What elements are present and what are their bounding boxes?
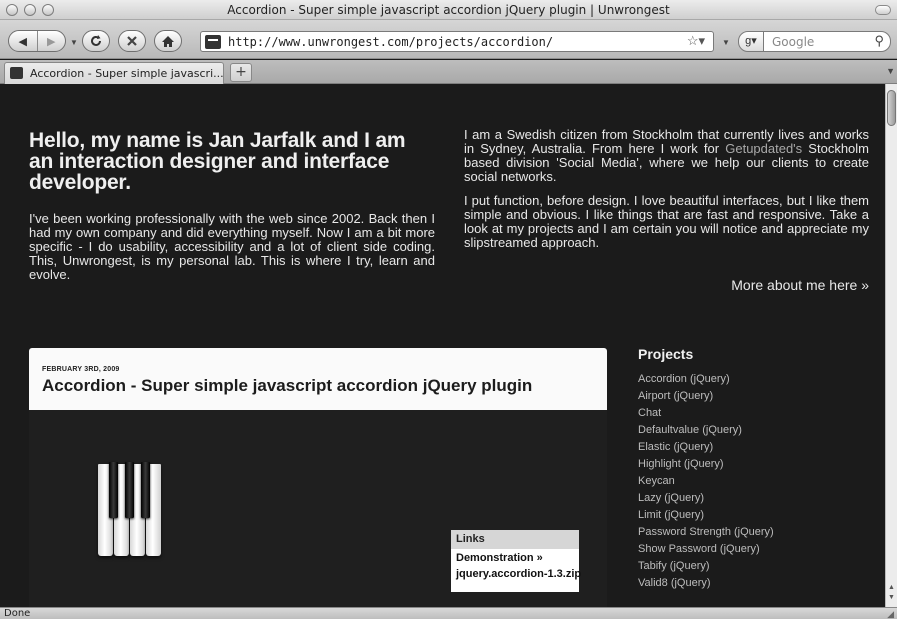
scrollbar-thumb[interactable] <box>887 90 896 126</box>
home-icon <box>162 35 174 47</box>
project-link-valid8[interactable]: Valid8 (jQuery) <box>638 575 868 592</box>
post-date: FEBRUARY 3RD, 2009 <box>42 366 120 373</box>
project-link-show-password[interactable]: Show Password (jQuery) <box>638 541 868 558</box>
history-dropdown-icon[interactable]: ▼ <box>70 38 78 47</box>
home-button[interactable] <box>154 30 182 52</box>
piano-black-key <box>141 462 150 518</box>
search-engine-selector[interactable]: g▾ <box>738 31 764 52</box>
post-body: Links Demonstration » jquery.accordion-1… <box>29 410 607 607</box>
intro-text: I've been working professionally with th… <box>29 211 435 282</box>
project-link-elastic[interactable]: Elastic (jQuery) <box>638 439 868 456</box>
piano-black-key <box>109 462 118 518</box>
toolbar-toggle-button[interactable] <box>875 5 891 15</box>
tab-bar: Accordion - Super simple javascri... + ▼ <box>0 60 897 84</box>
reload-icon <box>91 35 101 46</box>
tab-list-icon[interactable]: ▼ <box>886 66 895 76</box>
tab-favicon-icon <box>10 67 23 79</box>
download-zip-link[interactable]: jquery.accordion-1.3.zip <box>451 565 581 581</box>
more-about-me-link[interactable]: More about me here » <box>600 277 869 293</box>
project-link-defaultvalue[interactable]: Defaultvalue (jQuery) <box>638 422 868 439</box>
url-text[interactable]: http://www.unwrongest.com/projects/accor… <box>228 35 553 49</box>
project-link-chat[interactable]: Chat <box>638 405 868 422</box>
project-link-airport[interactable]: Airport (jQuery) <box>638 388 868 405</box>
search-placeholder: Google <box>772 35 815 49</box>
links-heading: Links <box>451 530 579 549</box>
scroll-down-icon[interactable]: ▼ <box>887 594 896 601</box>
address-bar[interactable]: http://www.unwrongest.com/projects/accor… <box>200 31 714 52</box>
links-box: Links Demonstration » jquery.accordion-1… <box>451 530 581 592</box>
tab-accordion[interactable]: Accordion - Super simple javascri... <box>4 62 224 84</box>
stop-button[interactable] <box>118 30 146 52</box>
scroll-up-icon[interactable]: ▲ <box>887 584 896 591</box>
project-link-tabify[interactable]: Tabify (jQuery) <box>638 558 868 575</box>
back-button[interactable]: ◀ <box>9 35 37 48</box>
forward-button[interactable]: ▶ <box>38 35 66 48</box>
stop-icon <box>127 36 137 46</box>
status-text: Done <box>4 608 31 619</box>
project-link-password-strength[interactable]: Password Strength (jQuery) <box>638 524 868 541</box>
demonstration-link[interactable]: Demonstration » <box>451 549 579 565</box>
about-paragraph: I am a Swedish citizen from Stockholm th… <box>464 128 869 184</box>
resize-grip-icon[interactable]: ◢ <box>887 609 894 619</box>
project-link-accordion[interactable]: Accordion (jQuery) <box>638 371 868 388</box>
back-forward-group: ◀ ▶ <box>8 30 66 52</box>
project-link-keycan[interactable]: Keycan <box>638 473 868 490</box>
piano-black-key <box>125 462 134 518</box>
vertical-scrollbar[interactable]: ▲ ▼ <box>885 84 897 607</box>
window-titlebar: Accordion - Super simple javascript acco… <box>0 0 897 20</box>
bookmark-star-icon[interactable]: ☆▾ <box>687 33 705 49</box>
project-link-limit[interactable]: Limit (jQuery) <box>638 507 868 524</box>
piano-keys-image <box>98 462 162 562</box>
tab-label: Accordion - Super simple javascri... <box>30 67 224 80</box>
new-tab-button[interactable]: + <box>230 63 252 82</box>
site-favicon-icon <box>205 35 221 49</box>
getupdated-link[interactable]: Getupdated's <box>725 141 802 156</box>
projects-sidebar: Projects Accordion (jQuery) Airport (jQu… <box>638 346 868 592</box>
philosophy-paragraph: I put function, before design. I love be… <box>464 193 869 250</box>
url-dropdown-icon[interactable]: ▼ <box>722 38 730 47</box>
post-title[interactable]: Accordion - Super simple javascript acco… <box>42 376 532 396</box>
projects-title: Projects <box>638 346 694 362</box>
navigation-toolbar: ◀ ▶ ▼ http://www.unwrongest.com/projects… <box>0 20 897 59</box>
about-column: I am a Swedish citizen from Stockholm th… <box>464 128 869 260</box>
project-link-highlight[interactable]: Highlight (jQuery) <box>638 456 868 473</box>
status-bar: Done ◢ <box>0 607 897 619</box>
project-link-lazy[interactable]: Lazy (jQuery) <box>638 490 868 507</box>
window-title: Accordion - Super simple javascript acco… <box>227 3 670 17</box>
reload-button[interactable] <box>82 30 110 52</box>
page-viewport: Hello, my name is Jan Jarfalk and I am a… <box>0 84 885 607</box>
intro-heading: Hello, my name is Jan Jarfalk and I am a… <box>29 129 406 194</box>
post-header: FEBRUARY 3RD, 2009 Accordion - Super sim… <box>29 348 607 410</box>
search-icon[interactable]: ⚲ <box>874 33 884 49</box>
search-input[interactable]: Google ⚲ <box>763 31 891 52</box>
